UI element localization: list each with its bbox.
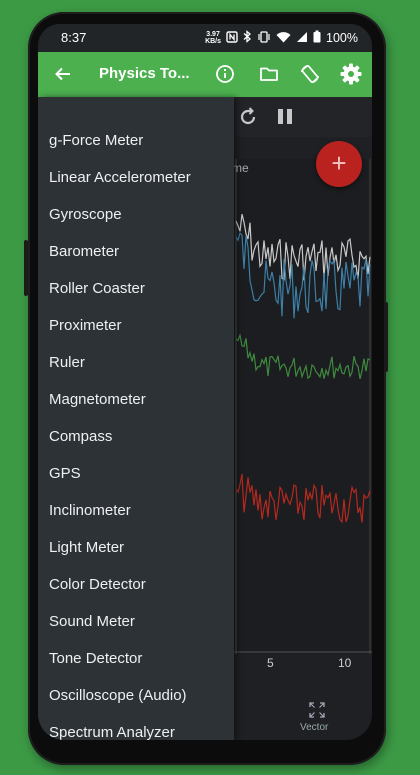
- phone-side-button: [24, 240, 28, 296]
- phone-screen: 8:37 3.97 KB/s 100% Physics To... me 5 1…: [38, 24, 372, 740]
- drawer-item-barometer[interactable]: Barometer: [49, 242, 119, 261]
- drawer-item-gyroscope[interactable]: Gyroscope: [49, 205, 122, 224]
- x-tick-label: 5: [267, 656, 274, 670]
- wifi-icon: [276, 31, 291, 46]
- drawer-item-roller-coaster[interactable]: Roller Coaster: [49, 279, 145, 298]
- drawer-item-proximeter[interactable]: Proximeter: [49, 316, 122, 335]
- data-speed-unit: KB/s: [205, 38, 222, 45]
- reset-icon[interactable]: [237, 106, 259, 133]
- drawer-item-spectrum-analyzer[interactable]: Spectrum Analyzer (Audio): [49, 723, 224, 740]
- expand-arrows-icon[interactable]: [309, 702, 325, 723]
- app-title: Physics To...: [99, 65, 190, 82]
- folder-icon[interactable]: [258, 63, 280, 85]
- nfc-icon: [226, 30, 238, 46]
- chart-partial-label: me: [234, 161, 249, 175]
- info-icon[interactable]: [214, 63, 236, 85]
- drawer-item-inclinometer[interactable]: Inclinometer: [49, 501, 131, 520]
- pause-icon[interactable]: [276, 107, 294, 132]
- battery-percent: 100%: [326, 31, 358, 45]
- settings-gear-icon[interactable]: [339, 62, 363, 86]
- vector-tab-label[interactable]: Vector: [300, 722, 328, 733]
- rotate-screen-icon[interactable]: [299, 63, 321, 85]
- drawer-item-linear-accelerometer[interactable]: Linear Accelerometer: [49, 168, 191, 187]
- drawer-item-g-force-meter[interactable]: g-Force Meter: [49, 131, 143, 150]
- drawer-item-magnetometer[interactable]: Magnetometer: [49, 390, 146, 409]
- drawer-item-compass[interactable]: Compass: [49, 427, 112, 446]
- background-chart-svg: me: [232, 159, 372, 654]
- drawer-item-color-detector[interactable]: Color Detector: [49, 575, 146, 594]
- drawer-item-sound-meter[interactable]: Sound Meter: [49, 612, 135, 631]
- drawer-item-gps[interactable]: GPS: [49, 464, 81, 483]
- signal-icon: [296, 31, 308, 46]
- drawer-item-tone-detector[interactable]: Tone Detector: [49, 649, 142, 668]
- navigation-drawer: g-Force Meter Linear Accelerometer Gyros…: [38, 97, 234, 740]
- background-toolbar: [234, 97, 372, 137]
- add-fab-button[interactable]: +: [316, 141, 362, 187]
- data-speed-value: 3.97: [206, 31, 220, 38]
- back-arrow-icon[interactable]: [52, 63, 74, 85]
- phone-side-button: [384, 302, 388, 372]
- x-tick-label: 10: [338, 656, 352, 670]
- bluetooth-icon: [243, 30, 252, 46]
- background-chart: me: [232, 159, 372, 654]
- status-bar: 8:37 3.97 KB/s 100%: [38, 24, 372, 52]
- data-speed-indicator: 3.97 KB/s: [205, 31, 221, 45]
- battery-icon: [313, 30, 321, 46]
- drawer-item-light-meter[interactable]: Light Meter: [49, 538, 124, 557]
- status-time: 8:37: [61, 30, 87, 45]
- status-icons: 3.97 KB/s 100%: [205, 30, 358, 46]
- app-bar: Physics To...: [38, 52, 372, 97]
- drawer-item-oscilloscope[interactable]: Oscilloscope (Audio): [49, 686, 187, 705]
- drawer-item-ruler[interactable]: Ruler: [49, 353, 85, 372]
- vibrate-icon: [257, 30, 271, 46]
